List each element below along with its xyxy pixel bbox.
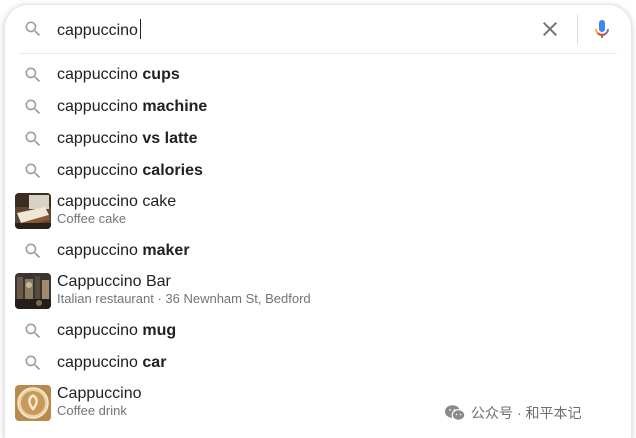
suggestion-text: cappuccino calories bbox=[57, 162, 203, 179]
suggestion-text: cappuccino car bbox=[57, 354, 167, 371]
suggestion-text: cappuccino maker bbox=[57, 242, 190, 259]
suggestion-title: cappuccino cake bbox=[57, 193, 177, 210]
watermark-text: 公众号 · 和平本记 bbox=[471, 405, 582, 421]
search-box-divider bbox=[577, 15, 578, 44]
suggestion-item[interactable]: cappuccino mug bbox=[5, 315, 631, 347]
suggestion-text: cappuccino vs latte bbox=[57, 130, 198, 147]
search-autocomplete-panel: cappuccino cappuccino cups cappuccino ma… bbox=[4, 4, 632, 438]
search-icon bbox=[25, 163, 41, 179]
search-icon bbox=[25, 131, 41, 147]
suggestion-item[interactable]: cappuccino vs latte bbox=[5, 123, 631, 155]
search-icon bbox=[25, 323, 41, 339]
suggestion-item[interactable]: cappuccino car bbox=[5, 347, 631, 379]
text-cursor bbox=[139, 19, 141, 39]
suggestion-text: cappuccino machine bbox=[57, 98, 208, 115]
page: cappuccino cappuccino cups cappuccino ma… bbox=[0, 0, 636, 438]
watermark: 公众号 · 和平本记 bbox=[444, 403, 581, 423]
suggestion-title: Cappuccino Bar bbox=[57, 273, 171, 290]
cake-thumbnail-icon bbox=[15, 193, 51, 229]
microphone-icon[interactable] bbox=[590, 17, 614, 41]
suggestion-text: cappuccino mug bbox=[57, 322, 177, 339]
restaurant-thumbnail-icon bbox=[15, 273, 51, 309]
search-icon bbox=[25, 243, 41, 259]
search-box[interactable]: cappuccino bbox=[5, 5, 631, 53]
suggestion-text: cappuccino cups bbox=[57, 66, 180, 83]
suggestion-list: cappuccino cups cappuccino machine cappu… bbox=[5, 59, 631, 427]
coffee-thumbnail-icon bbox=[15, 385, 51, 421]
suggestion-subtitle: Coffee cake bbox=[57, 211, 127, 226]
suggestion-item[interactable]: cappuccino maker bbox=[5, 235, 631, 267]
search-icon bbox=[25, 99, 41, 115]
search-input[interactable]: cappuccino bbox=[57, 19, 141, 41]
search-box-separator bbox=[19, 53, 617, 54]
search-icon bbox=[25, 67, 41, 83]
suggestion-item[interactable]: cappuccino cups bbox=[5, 59, 631, 91]
suggestion-item[interactable]: cappuccino machine bbox=[5, 91, 631, 123]
close-icon[interactable] bbox=[538, 17, 562, 41]
search-icon bbox=[25, 21, 41, 37]
suggestion-title: Cappuccino bbox=[57, 385, 142, 402]
suggestion-subtitle: Coffee drink bbox=[57, 403, 127, 418]
suggestion-subtitle: Italian restaurant · 36 Newnham St, Bedf… bbox=[57, 291, 311, 306]
suggestion-item[interactable]: cappuccino calories bbox=[5, 155, 631, 187]
search-icon bbox=[25, 355, 41, 371]
suggestion-item-entity[interactable]: Cappuccino Bar Italian restaurant · 36 N… bbox=[5, 267, 631, 315]
search-query-text: cappuccino bbox=[57, 22, 138, 39]
suggestion-item-entity[interactable]: cappuccino cake Coffee cake bbox=[5, 187, 631, 235]
wechat-icon bbox=[445, 405, 466, 421]
